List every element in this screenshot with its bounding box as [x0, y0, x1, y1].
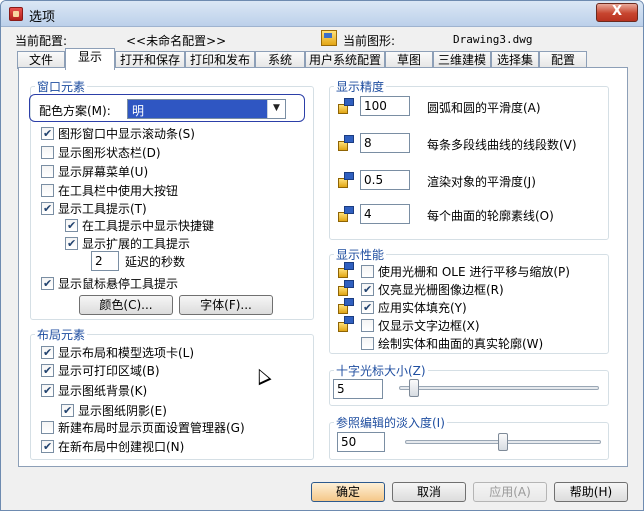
- checkbox-icon[interactable]: [41, 384, 54, 397]
- help-button[interactable]: 帮助(H): [554, 482, 628, 502]
- checkbox-icon[interactable]: [61, 404, 74, 417]
- arc-smoothness-icon: [338, 98, 356, 116]
- contour-lines-icon: [338, 206, 356, 224]
- display-resolution-title: 显示精度: [334, 78, 387, 95]
- polyline-segments-icon: [338, 135, 356, 153]
- layout-elements-title: 布局元素: [35, 326, 88, 343]
- checkbox-icon[interactable]: [41, 127, 54, 140]
- render-smoothness-label: 渲染对象的平滑度(J): [427, 175, 536, 189]
- display-performance-title: 显示性能: [334, 246, 387, 263]
- option-true-silhouettes[interactable]: 绘制实体和曲面的真实轮廓(W): [361, 335, 543, 351]
- option-status-bar[interactable]: 显示图形状态栏(D): [41, 144, 161, 160]
- option-extended-tooltips[interactable]: 显示扩展的工具提示: [65, 235, 190, 251]
- crosshair-size-slider-thumb[interactable]: [408, 379, 419, 397]
- color-scheme-value: 明: [132, 104, 145, 118]
- checkbox-icon[interactable]: [41, 421, 54, 434]
- raster-frame-icon: [338, 280, 356, 298]
- checkbox-icon[interactable]: [361, 283, 374, 296]
- raster-ole-icon: [338, 262, 356, 280]
- option-page-setup-manager[interactable]: 新建布局时显示页面设置管理器(G): [41, 419, 245, 435]
- option-scrollbars[interactable]: 图形窗口中显示滚动条(S): [41, 125, 195, 141]
- color-scheme-select[interactable]: 明 ▼: [127, 99, 286, 119]
- option-create-viewport[interactable]: 在新布局中创建视口(N): [41, 438, 184, 454]
- option-paper-shadow[interactable]: 显示图纸阴影(E): [61, 402, 167, 418]
- checkbox-icon[interactable]: [41, 146, 54, 159]
- checkbox-icon[interactable]: [41, 202, 54, 215]
- crosshair-size-input[interactable]: 5: [333, 379, 383, 399]
- fonts-button[interactable]: 字体(F)...: [179, 295, 273, 315]
- option-solid-fill[interactable]: 应用实体填充(Y): [361, 299, 467, 315]
- drawing-icon: [321, 30, 337, 46]
- checkbox-icon[interactable]: [41, 277, 54, 290]
- tooltip-delay-input[interactable]: 2: [91, 251, 119, 271]
- xref-fade-input[interactable]: 50: [337, 432, 385, 452]
- color-scheme-label: 配色方案(M):: [39, 104, 111, 118]
- checkbox-icon[interactable]: [41, 364, 54, 377]
- arc-smoothness-input[interactable]: 100: [360, 96, 410, 116]
- colors-button[interactable]: 颜色(C)...: [79, 295, 173, 315]
- option-paper-background[interactable]: 显示图纸背景(K): [41, 382, 147, 398]
- xref-fade-slider-thumb[interactable]: [498, 433, 508, 451]
- contour-lines-input[interactable]: 4: [360, 204, 410, 224]
- cancel-button[interactable]: 取消: [392, 482, 466, 502]
- arc-smoothness-label: 圆弧和圆的平滑度(A): [427, 101, 541, 115]
- option-screen-menu[interactable]: 显示屏幕菜单(U): [41, 163, 148, 179]
- checkbox-icon[interactable]: [41, 184, 54, 197]
- ok-button[interactable]: 确定: [311, 482, 385, 502]
- crosshair-size-slider-track[interactable]: [399, 386, 599, 390]
- checkbox-icon[interactable]: [361, 337, 374, 350]
- solid-fill-icon: [338, 298, 356, 316]
- tooltip-delay-label: 延迟的秒数: [125, 255, 186, 269]
- option-raster-frame[interactable]: 仅亮显光栅图像边框(R): [361, 281, 504, 297]
- option-tooltips[interactable]: 显示工具提示(T): [41, 200, 147, 216]
- checkbox-icon[interactable]: [361, 319, 374, 332]
- checkbox-icon[interactable]: [41, 440, 54, 453]
- xref-fade-title: 参照编辑的淡入度(I): [334, 414, 447, 431]
- apply-button[interactable]: 应用(A): [473, 482, 547, 502]
- checkbox-icon[interactable]: [41, 346, 54, 359]
- display-tab-panel: 窗口元素 配色方案(M): 明 ▼ 图形窗口中显示滚动条(S) 显示图形状态栏(…: [18, 67, 628, 467]
- polyline-segments-input[interactable]: 8: [360, 133, 410, 153]
- render-smoothness-input[interactable]: 0.5: [360, 170, 410, 190]
- option-rollover-tooltips[interactable]: 显示鼠标悬停工具提示: [41, 275, 178, 291]
- title-bar[interactable]: 选项 X: [1, 1, 643, 27]
- checkbox-icon[interactable]: [65, 219, 78, 232]
- checkbox-icon[interactable]: [41, 165, 54, 178]
- current-profile-label: 当前配置:: [15, 34, 68, 48]
- checkbox-icon[interactable]: [65, 237, 78, 250]
- option-tooltip-shortcuts[interactable]: 在工具提示中显示快捷键: [65, 217, 214, 233]
- current-drawing-value: Drawing3.dwg: [453, 33, 533, 46]
- current-drawing-label: 当前图形:: [343, 34, 396, 48]
- render-smoothness-icon: [338, 172, 356, 190]
- polyline-segments-label: 每条多段线曲线的线段数(V): [427, 138, 577, 152]
- window-elements-title: 窗口元素: [35, 78, 88, 95]
- tab-display[interactable]: 显示: [65, 48, 115, 70]
- checkbox-icon[interactable]: [361, 265, 374, 278]
- option-text-frame[interactable]: 仅显示文字边框(X): [361, 317, 480, 333]
- option-printable-area[interactable]: 显示可打印区域(B): [41, 362, 160, 378]
- option-large-buttons[interactable]: 在工具栏中使用大按钮: [41, 182, 178, 198]
- crosshair-size-title: 十字光标大小(Z): [334, 362, 428, 379]
- option-raster-ole-pan[interactable]: 使用光栅和 OLE 进行平移与缩放(P): [361, 263, 570, 279]
- text-frame-icon: [338, 316, 356, 334]
- close-button[interactable]: X: [596, 3, 638, 22]
- current-profile-value: <<未命名配置>>: [126, 34, 227, 48]
- option-layout-model-tabs[interactable]: 显示布局和模型选项卡(L): [41, 344, 194, 360]
- contour-lines-label: 每个曲面的轮廓素线(O): [427, 209, 554, 223]
- chevron-down-icon[interactable]: ▼: [267, 100, 285, 118]
- options-dialog: 选项 X 当前配置: <<未命名配置>> 当前图形: Drawing3.dwg …: [0, 0, 644, 511]
- checkbox-icon[interactable]: [361, 301, 374, 314]
- autocad-app-icon: [9, 7, 23, 21]
- window-title: 选项: [29, 10, 56, 25]
